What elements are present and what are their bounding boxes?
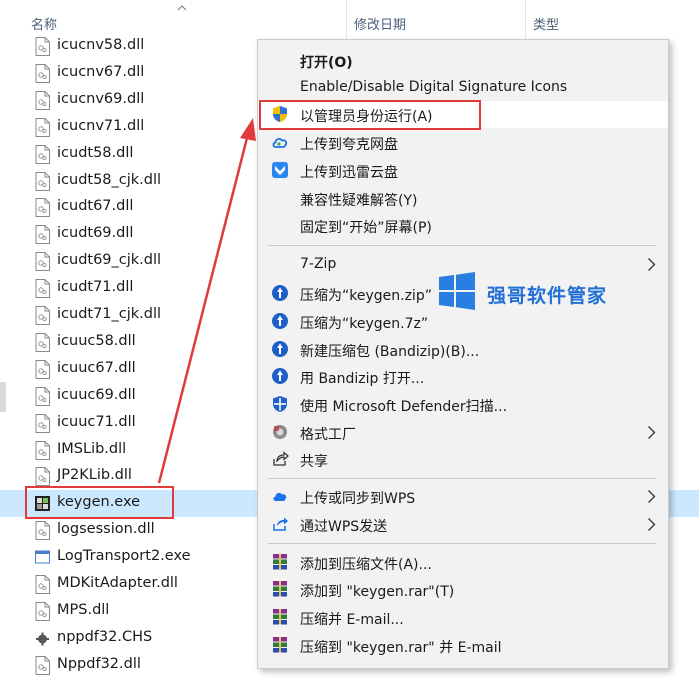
annotation-arrow [157,118,256,484]
